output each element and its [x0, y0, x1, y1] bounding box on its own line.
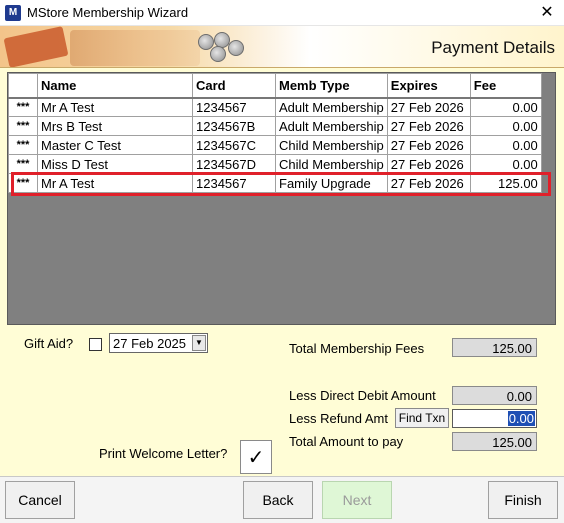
cell-expires[interactable]: 27 Feb 2026	[386, 173, 471, 193]
cell-fee[interactable]: 125.00	[469, 173, 542, 193]
row-marker: ***	[8, 135, 38, 155]
cell-expires[interactable]: 27 Feb 2026	[386, 97, 471, 117]
gift-aid-label: Gift Aid?	[24, 336, 74, 351]
column-header-card[interactable]: Card	[192, 73, 276, 99]
welcome-letter-label: Print Welcome Letter?	[99, 446, 228, 461]
title-bar: M MStore Membership Wizard ✕	[0, 0, 564, 26]
gift-aid-date-value: 27 Feb 2025	[113, 336, 187, 351]
column-header-expires[interactable]: Expires	[386, 73, 471, 99]
gift-aid-date-picker[interactable]: 27 Feb 2025 ▼	[109, 333, 208, 353]
column-header-memb-type[interactable]: Memb Type	[275, 73, 388, 99]
cell-name[interactable]: Mr A Test	[37, 97, 193, 117]
direct-debit-label: Less Direct Debit Amount	[289, 388, 436, 403]
table-row[interactable]: *** Miss D Test 1234567D Child Membershi…	[8, 154, 542, 174]
store-logo-icon	[3, 26, 69, 67]
people-image	[70, 30, 200, 66]
cancel-button[interactable]: Cancel	[5, 481, 75, 519]
direct-debit-value: 0.00	[452, 386, 537, 405]
cell-memb-type[interactable]: Child Membership	[275, 154, 388, 174]
table-row[interactable]: *** Mr A Test 1234567 Family Upgrade 27 …	[8, 173, 542, 193]
cell-name[interactable]: Master C Test	[37, 135, 193, 155]
table-row[interactable]: *** Mrs B Test 1234567B Adult Membership…	[8, 116, 542, 136]
cell-fee[interactable]: 0.00	[469, 97, 542, 117]
cell-memb-type[interactable]: Family Upgrade	[275, 173, 388, 193]
table-row[interactable]: *** Master C Test 1234567C Child Members…	[8, 135, 542, 155]
total-amount-value: 125.00	[452, 432, 537, 451]
window-title: MStore Membership Wizard	[27, 5, 189, 20]
total-membership-fees-value: 125.00	[452, 338, 537, 357]
coin-icon	[210, 46, 226, 62]
refund-amount-selected-text: 0.00	[507, 411, 535, 426]
cell-name[interactable]: Mr A Test	[37, 173, 193, 193]
total-amount-label: Total Amount to pay	[289, 434, 404, 449]
cell-fee[interactable]: 0.00	[469, 135, 542, 155]
column-header-fee[interactable]: Fee	[469, 73, 542, 99]
cell-card[interactable]: 1234567	[192, 97, 276, 117]
cell-fee[interactable]: 0.00	[469, 154, 542, 174]
coin-icon	[228, 40, 244, 56]
cell-memb-type[interactable]: Child Membership	[275, 135, 388, 155]
cell-card[interactable]: 1234567B	[192, 116, 276, 136]
cell-expires[interactable]: 27 Feb 2026	[386, 135, 471, 155]
cell-memb-type[interactable]: Adult Membership	[275, 116, 388, 136]
back-button[interactable]: Back	[243, 481, 313, 519]
members-grid[interactable]: Name Card Memb Type Expires Fee *** Mr A…	[7, 72, 556, 325]
cell-memb-type[interactable]: Adult Membership	[275, 97, 388, 117]
close-icon[interactable]: ✕	[530, 0, 564, 26]
refund-amount-input[interactable]: 0.00	[452, 409, 537, 428]
cell-card[interactable]: 1234567D	[192, 154, 276, 174]
header-banner: Payment Details	[0, 26, 564, 68]
app-icon: M	[5, 5, 21, 21]
cell-card[interactable]: 1234567C	[192, 135, 276, 155]
row-marker: ***	[8, 173, 38, 193]
cell-fee[interactable]: 0.00	[469, 116, 542, 136]
welcome-letter-checkbox[interactable]: ✓	[240, 440, 272, 474]
table-row[interactable]: *** Mr A Test 1234567 Adult Membership 2…	[8, 97, 542, 117]
cell-name[interactable]: Miss D Test	[37, 154, 193, 174]
column-header-marker	[8, 73, 38, 99]
table-header-row: Name Card Memb Type Expires Fee	[8, 73, 542, 99]
finish-button[interactable]: Finish	[488, 481, 558, 519]
members-table: Name Card Memb Type Expires Fee *** Mr A…	[8, 73, 542, 193]
page-title: Payment Details	[431, 38, 555, 57]
cell-name[interactable]: Mrs B Test	[37, 116, 193, 136]
refund-amount-label: Less Refund Amt	[289, 411, 388, 426]
column-header-name[interactable]: Name	[37, 73, 193, 99]
gift-aid-checkbox[interactable]	[89, 338, 102, 351]
total-membership-fees-label: Total Membership Fees	[289, 341, 425, 356]
find-txn-button[interactable]: Find Txn	[395, 408, 449, 428]
next-button[interactable]: Next	[322, 481, 392, 519]
cell-expires[interactable]: 27 Feb 2026	[386, 154, 471, 174]
chevron-down-icon[interactable]: ▼	[192, 335, 206, 351]
row-marker: ***	[8, 116, 38, 136]
cell-card[interactable]: 1234567	[192, 173, 276, 193]
row-marker: ***	[8, 97, 38, 117]
row-marker: ***	[8, 154, 38, 174]
cell-expires[interactable]: 27 Feb 2026	[386, 116, 471, 136]
